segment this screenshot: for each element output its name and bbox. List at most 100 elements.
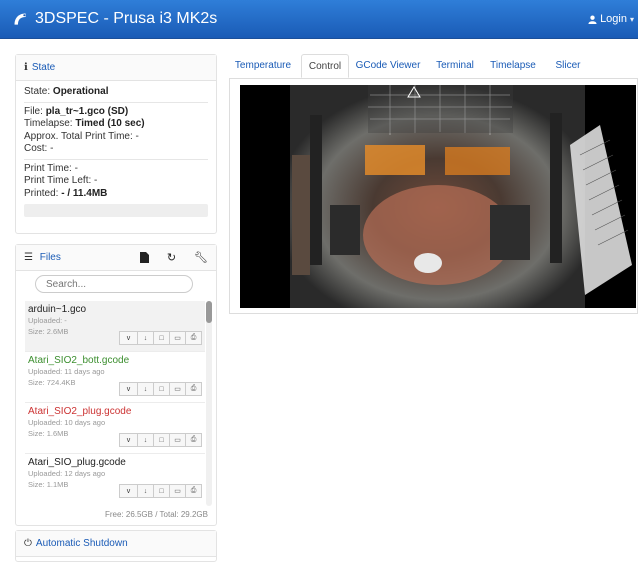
cost-line: Cost: - bbox=[24, 143, 208, 156]
state-panel: ℹ State State: Operational File: pla_tr~… bbox=[15, 54, 217, 234]
print-icon[interactable]: ⎙ bbox=[185, 382, 202, 396]
wrench-icon[interactable]: 🔧︎ bbox=[194, 251, 208, 264]
download-icon[interactable]: ↓ bbox=[137, 382, 154, 396]
printed-value: - / 11.4MB bbox=[61, 187, 108, 199]
file-uploaded: Uploaded: 11 days ago bbox=[28, 367, 105, 376]
file-list-item[interactable]: Atari_SIO2_bott.gcode Uploaded: 11 days a… bbox=[25, 352, 205, 403]
print-time-left-label: Print Time Left: bbox=[24, 175, 92, 186]
tab-terminal[interactable]: Terminal bbox=[429, 54, 481, 78]
print-time-label: Print Time: bbox=[24, 162, 72, 174]
list-icon: ☰ bbox=[24, 252, 33, 263]
trash-icon[interactable]: □ bbox=[153, 484, 170, 498]
print-progress-bar bbox=[24, 204, 208, 217]
file-action-buttons: v ↓ □ ▭ ⎙ bbox=[119, 484, 202, 498]
divider bbox=[24, 101, 208, 103]
file-list-item[interactable]: arduin~1.gco Uploaded: - Size: 2.6MB v ↓ □ ▭ ⎙ bbox=[25, 301, 205, 352]
print-time-line: Print Time: - bbox=[24, 163, 208, 176]
approx-time-line: Approx. Total Print Time: - bbox=[24, 131, 208, 144]
state-label: State: bbox=[24, 86, 51, 97]
file-uploaded: Uploaded: 12 days ago bbox=[28, 469, 106, 478]
chevron-down-icon[interactable]: v bbox=[119, 331, 138, 345]
file-line: File: pla_tr~1.gco (SD) bbox=[24, 106, 208, 119]
timelapse-line: Timelapse: Timed (10 sec) bbox=[24, 118, 208, 131]
files-search-input[interactable] bbox=[35, 275, 193, 293]
file-uploaded: Uploaded: - bbox=[28, 316, 67, 325]
file-name[interactable]: arduin~1.gco bbox=[28, 304, 202, 315]
file-list-scrollbar[interactable] bbox=[206, 301, 212, 506]
tab-gcode-viewer[interactable]: GCode Viewer bbox=[351, 54, 425, 78]
state-body: State: Operational File: pla_tr~1.gco (S… bbox=[16, 81, 216, 217]
download-icon[interactable]: ↓ bbox=[137, 331, 154, 345]
navbar: 3DSPEC - Prusa i3 MK2s Login ▾ bbox=[0, 0, 638, 39]
divider bbox=[24, 158, 208, 160]
files-panel: ☰ Files ↻ 🔧︎ arduin~1.gcoUploaded: -Size… bbox=[15, 244, 217, 526]
print-time-left-value: - bbox=[94, 175, 98, 186]
printed-label: Printed: bbox=[24, 187, 59, 199]
power-icon: ⏻ bbox=[24, 538, 32, 549]
main-tabs: Temperature Control GCode Viewer Terminal Ti… bbox=[229, 54, 638, 79]
folder-icon[interactable]: ▭ bbox=[169, 331, 186, 345]
login-label: Login bbox=[600, 13, 627, 25]
printed-line: Printed: - / 11.4MB bbox=[24, 188, 208, 201]
file-name[interactable]: Atari_SIO2_bott.gcode bbox=[28, 355, 202, 366]
folder-icon[interactable]: ▭ bbox=[169, 484, 186, 498]
shutdown-panel: ⏻ Automatic Shutdown bbox=[15, 530, 217, 562]
file-action-buttons: v ↓ □ ▭ ⎙ bbox=[119, 331, 202, 345]
print-icon[interactable]: ⎙ bbox=[185, 484, 202, 498]
brand[interactable]: 3DSPEC - Prusa i3 MK2s bbox=[12, 10, 217, 28]
files-panel-title: Files bbox=[39, 252, 61, 263]
download-icon[interactable]: ↓ bbox=[137, 433, 154, 447]
file-list: arduin~1.gco Uploaded: - Size: 2.6MB v ↓ □ ▭ ⎙ A… bbox=[25, 301, 205, 501]
tab-control[interactable]: Control bbox=[301, 54, 349, 78]
chevron-down-icon[interactable]: v bbox=[119, 484, 138, 498]
timelapse-value: Timed (10 sec) bbox=[75, 118, 145, 129]
file-uploaded: Uploaded: 10 days ago bbox=[28, 418, 106, 427]
files-tools: ↻ 🔧︎ bbox=[139, 251, 208, 264]
caret-down-icon: ▾ bbox=[629, 14, 634, 24]
folder-icon[interactable]: ▭ bbox=[169, 433, 186, 447]
print-time-left-line: Print Time Left: - bbox=[24, 175, 208, 188]
print-icon[interactable]: ⎙ bbox=[185, 331, 202, 345]
files-title-wrap[interactable]: ☰ Files bbox=[24, 252, 61, 263]
file-action-buttons: v ↓ □ ▭ ⎙ bbox=[119, 433, 202, 447]
file-label: File: bbox=[24, 105, 43, 117]
state-panel-header[interactable]: ℹ State bbox=[16, 55, 216, 81]
scrollbar-thumb[interactable] bbox=[206, 301, 212, 323]
timelapse-label: Timelapse: bbox=[24, 118, 73, 129]
shutdown-panel-header[interactable]: ⏻ Automatic Shutdown bbox=[16, 531, 216, 557]
octoprint-logo-icon bbox=[14, 13, 26, 25]
info-circle-icon: ℹ bbox=[24, 62, 28, 73]
app-title: 3DSPEC - Prusa i3 MK2s bbox=[35, 10, 218, 27]
trash-icon[interactable]: □ bbox=[153, 331, 170, 345]
storage-free-text: Free: 26.5GB / Total: 29.2GB bbox=[104, 510, 208, 519]
cost-value: - bbox=[50, 143, 54, 154]
webcam-stream bbox=[240, 85, 636, 308]
state-panel-title: State bbox=[31, 62, 56, 73]
login-button[interactable]: Login ▾ bbox=[588, 13, 634, 25]
tab-temperature[interactable]: Temperature bbox=[229, 54, 297, 78]
folder-icon[interactable]: ▭ bbox=[169, 382, 186, 396]
file-icon[interactable] bbox=[139, 252, 149, 263]
tab-timelapse[interactable]: Timelapse bbox=[485, 54, 541, 78]
shutdown-panel-title: Automatic Shutdown bbox=[35, 538, 128, 549]
tab-slicer[interactable]: Slicer bbox=[547, 54, 589, 78]
approx-label: Approx. Total Print Time: bbox=[24, 130, 133, 142]
file-list-item[interactable]: Atari_SIO_plug.gcode Uploaded: 12 days ag… bbox=[25, 454, 205, 501]
file-name[interactable]: Atari_SIO2_plug.gcode bbox=[28, 406, 202, 417]
trash-icon[interactable]: □ bbox=[153, 433, 170, 447]
chevron-down-icon[interactable]: v bbox=[119, 382, 138, 396]
state-value: Operational bbox=[52, 86, 109, 97]
file-value: pla_tr~1.gco (SD) bbox=[45, 105, 129, 117]
print-icon[interactable]: ⎙ bbox=[185, 433, 202, 447]
download-icon[interactable]: ↓ bbox=[137, 484, 154, 498]
cost-label: Cost: bbox=[24, 143, 48, 154]
chevron-down-icon[interactable]: v bbox=[119, 433, 138, 447]
user-icon bbox=[588, 15, 597, 24]
trash-icon[interactable]: □ bbox=[153, 382, 170, 396]
state-line: State: Operational bbox=[24, 86, 208, 99]
print-time-value: - bbox=[74, 162, 78, 174]
file-name[interactable]: Atari_SIO_plug.gcode bbox=[28, 457, 202, 468]
refresh-icon[interactable]: ↻ bbox=[167, 251, 176, 264]
file-list-item[interactable]: Atari_SIO2_plug.gcode Uploaded: 10 days a… bbox=[25, 403, 205, 454]
approx-value: - bbox=[135, 130, 139, 142]
